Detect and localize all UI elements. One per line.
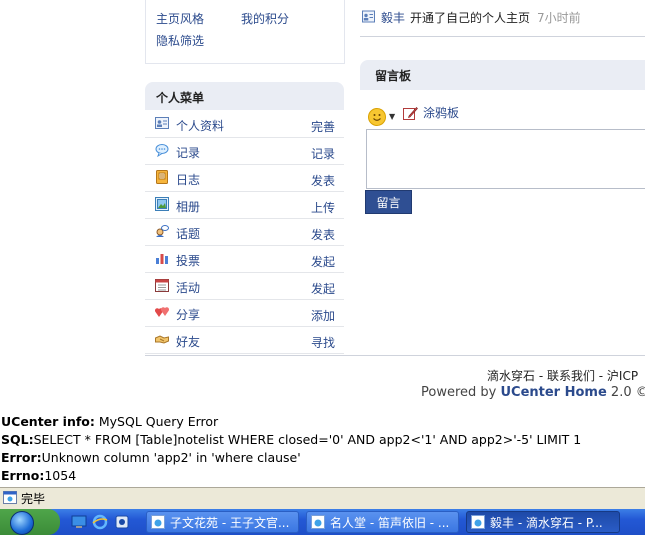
page-done-icon xyxy=(3,491,17,504)
error-info-text: MySQL Query Error xyxy=(94,414,219,429)
browser-window-icon xyxy=(311,515,325,529)
bar-chart-icon xyxy=(156,254,168,264)
menu-item-action[interactable]: 寻找 xyxy=(311,334,335,351)
footer-divider xyxy=(145,355,645,356)
error-message-text: Unknown column 'app2' in 'where clause' xyxy=(41,450,301,465)
guestbook-message-input[interactable] xyxy=(366,129,645,189)
photo-icon xyxy=(155,197,169,211)
menu-item-topics: 话题 发表 xyxy=(145,219,344,246)
error-sql-line: SQL:SELECT * FROM [Table]notelist WHERE … xyxy=(1,432,581,447)
error-info-label: UCenter info: xyxy=(1,414,95,429)
doodle-board-link[interactable]: 涂鸦板 xyxy=(423,104,459,121)
browser-window-icon xyxy=(151,515,165,529)
my-points-link[interactable]: 我的积分 xyxy=(241,10,289,27)
doodle-pen-icon[interactable] xyxy=(403,106,418,121)
menu-item-action[interactable]: 发表 xyxy=(311,226,335,243)
guestbook-title: 留言板 xyxy=(375,69,412,83)
error-message-line: Error:Unknown column 'app2' in 'where cl… xyxy=(1,450,301,465)
error-sql-text: SELECT * FROM [Table]notelist WHERE clos… xyxy=(33,432,582,447)
menu-item-action[interactable]: 添加 xyxy=(311,307,335,324)
taskbar-item-label: 名人堂 - 笛声依旧 - ... xyxy=(330,515,450,530)
menu-item-share: 分享 添加 xyxy=(145,300,344,327)
menu-item-album: 相册 上传 xyxy=(145,192,344,219)
smiley-icon[interactable] xyxy=(368,108,386,126)
discussion-icon xyxy=(156,225,169,237)
browser-status-bar xyxy=(0,487,645,509)
privacy-box: 主页风格 我的积分 隐私筛选 xyxy=(145,0,345,64)
speech-bubble-icon xyxy=(155,144,169,157)
menu-item-profile: 个人资料 完善 xyxy=(145,111,344,138)
windows-logo-icon[interactable] xyxy=(10,511,34,535)
powered-prefix: Powered by xyxy=(421,385,501,400)
menu-item-poll: 投票 发起 xyxy=(145,246,344,273)
error-number-text: 1054 xyxy=(44,468,77,483)
notebook-icon xyxy=(156,170,168,184)
menu-item-action[interactable]: 发表 xyxy=(311,172,335,189)
menu-item-label[interactable]: 话题 xyxy=(176,225,200,242)
menu-item-action[interactable]: 上传 xyxy=(311,199,335,216)
error-info-line: UCenter info: MySQL Query Error xyxy=(1,414,218,429)
show-desktop-icon[interactable] xyxy=(71,514,87,530)
menu-item-event: 活动 发起 xyxy=(145,273,344,300)
menu-item-friends: 好友 寻找 xyxy=(145,327,344,354)
taskbar-item-label: 子文花苑 - 王子文官... xyxy=(170,515,290,530)
powered-brand-link[interactable]: UCenter Home xyxy=(500,385,606,400)
powered-suffix: 2.0 © 2 xyxy=(610,385,645,400)
taskbar-item[interactable]: 子文花苑 - 王子文官... xyxy=(146,511,299,533)
menu-item-label[interactable]: 个人资料 xyxy=(176,117,224,134)
personal-menu-title: 个人菜单 xyxy=(156,91,205,105)
powered-by-text: Powered by UCenter Home 2.0 © 2 xyxy=(421,385,645,400)
menu-item-action[interactable]: 记录 xyxy=(311,145,335,162)
menu-item-label[interactable]: 相册 xyxy=(176,198,200,215)
feed-user-link[interactable]: 毅丰 xyxy=(381,9,405,26)
taskbar-item-label: 毅丰 - 滴水穿石 - P... xyxy=(490,515,603,530)
app-launcher-icon[interactable] xyxy=(114,514,130,530)
menu-item-label[interactable]: 好友 xyxy=(176,333,200,350)
guestbook-submit-button[interactable]: 留言 xyxy=(365,190,412,214)
chevron-down-icon[interactable]: ▼ xyxy=(389,112,395,121)
guestbook-header: 留言板 xyxy=(360,60,645,90)
menu-item-label[interactable]: 活动 xyxy=(176,279,200,296)
profile-card-icon xyxy=(362,10,375,23)
menu-item-label[interactable]: 记录 xyxy=(176,144,200,161)
menu-item-label[interactable]: 分享 xyxy=(176,306,200,323)
error-number-label: Errno: xyxy=(1,468,45,483)
menu-item-label[interactable]: 投票 xyxy=(176,252,200,269)
calendar-icon xyxy=(155,279,169,292)
menu-item-blog: 日志 发表 xyxy=(145,165,344,192)
footer-links[interactable]: 滴水穿石 - 联系我们 - 沪ICP xyxy=(487,367,638,384)
error-number-line: Errno:1054 xyxy=(1,468,76,483)
divider xyxy=(360,36,645,37)
taskbar-item-active[interactable]: 毅丰 - 滴水穿石 - P... xyxy=(466,511,620,533)
menu-item-action[interactable]: 完善 xyxy=(311,118,335,135)
menu-item-action[interactable]: 发起 xyxy=(311,280,335,297)
hearts-icon xyxy=(155,307,169,317)
error-message-label: Error: xyxy=(1,450,42,465)
feed-time: 7小时前 xyxy=(537,11,581,25)
feed-text: 开通了自己的个人主页 xyxy=(410,11,531,25)
internet-explorer-icon[interactable] xyxy=(92,514,108,530)
homepage-style-link[interactable]: 主页风格 xyxy=(156,10,204,27)
status-text: 完毕 xyxy=(21,492,46,506)
personal-menu-header: 个人菜单 xyxy=(145,82,344,110)
handshake-icon xyxy=(155,335,169,344)
taskbar-item[interactable]: 名人堂 - 笛声依旧 - ... xyxy=(306,511,459,533)
browser-window-icon xyxy=(471,515,485,529)
error-sql-label: SQL: xyxy=(1,432,34,447)
privacy-filter-link[interactable]: 隐私筛选 xyxy=(156,32,204,49)
menu-item-records: 记录 记录 xyxy=(145,138,344,165)
profile-card-icon xyxy=(155,117,169,129)
menu-item-label[interactable]: 日志 xyxy=(176,171,200,188)
menu-item-action[interactable]: 发起 xyxy=(311,253,335,270)
